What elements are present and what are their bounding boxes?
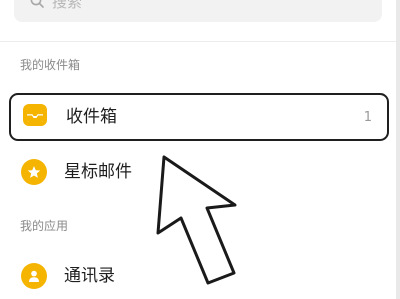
star-icon	[21, 159, 47, 185]
search-placeholder: 搜索	[52, 0, 83, 11]
search-bar[interactable]: 搜索	[14, 0, 382, 22]
right-edge-shadow	[396, 0, 400, 299]
mailbox-item-inbox[interactable]: 收件箱 1	[9, 93, 389, 141]
app-item-label: 通讯录	[64, 266, 115, 286]
section-title-mailboxes: 我的收件箱	[20, 58, 81, 72]
mail-sidebar-screen: 搜索 我的收件箱 收件箱 1 星标邮件 我的应用 通讯录	[0, 0, 400, 299]
section-divider	[0, 41, 396, 42]
section-title-apps: 我的应用	[20, 219, 69, 233]
pointer-arrow-icon	[156, 155, 237, 285]
mailbox-item-label: 收件箱	[66, 107, 117, 127]
mailbox-item-label: 星标邮件	[64, 162, 132, 182]
search-icon	[30, 0, 44, 8]
contacts-icon	[21, 263, 47, 289]
inbox-icon	[23, 104, 47, 126]
unread-count: 1	[363, 110, 372, 125]
